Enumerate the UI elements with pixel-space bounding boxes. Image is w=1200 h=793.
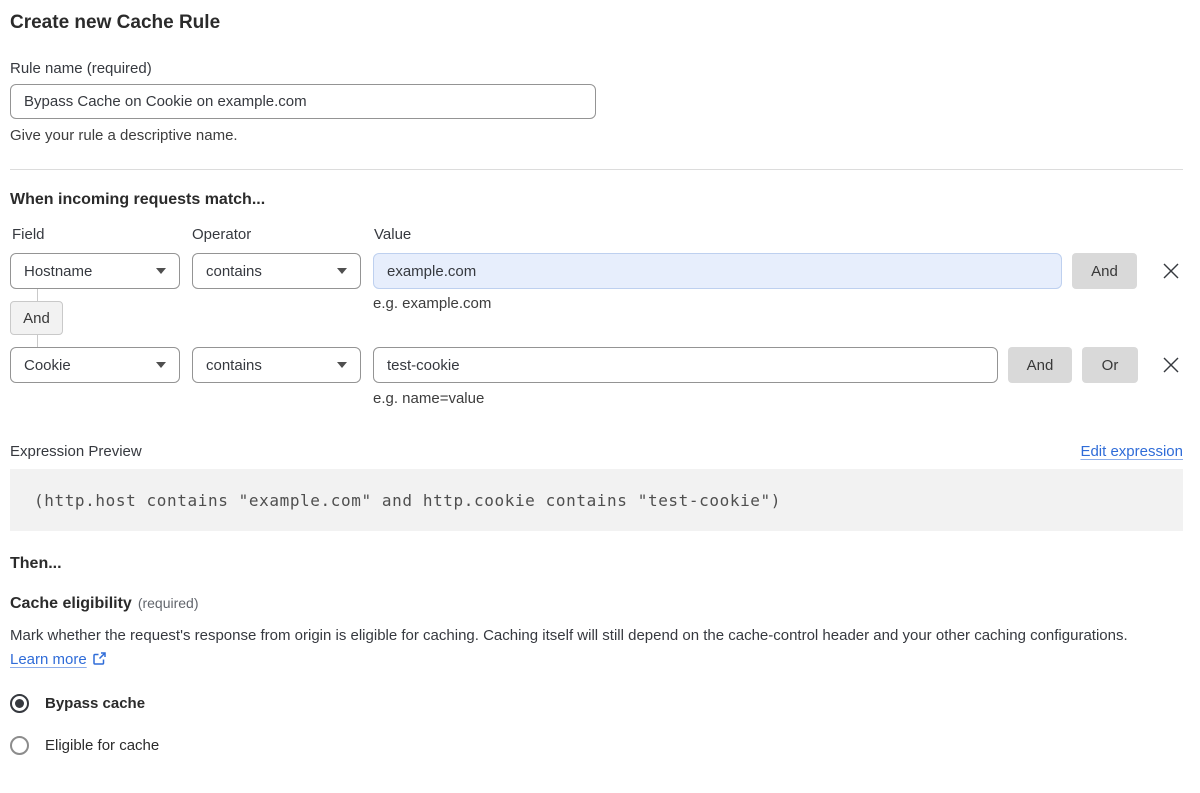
chevron-down-icon [337,362,347,368]
expression-header: Expression Preview Edit expression [10,443,1183,460]
edit-expression-link[interactable]: Edit expression [1080,443,1183,460]
radio-label-bypass-cache: Bypass cache [45,695,146,712]
value-hint-2: e.g. name=value [373,390,485,407]
field-select-1-value: Hostname [24,262,93,280]
connector-line-top [37,289,38,301]
rule-name-helper: Give your rule a descriptive name. [10,127,238,144]
operator-column-label: Operator [192,226,252,243]
connector-and-button[interactable]: And [10,301,63,335]
connector-zone: e.g. example.com And [10,289,1183,347]
cache-eligibility-title: Cache eligibility [10,595,132,612]
close-icon [1163,357,1179,373]
rule-name-label: Rule name (required) [10,60,152,77]
value-input-2[interactable] [373,347,998,383]
then-heading: Then... [10,555,62,572]
operator-select-1-value: contains [206,262,262,280]
radio-button-icon[interactable] [10,736,29,755]
description-text: Mark whether the request's response from… [10,627,1128,644]
value-column-label: Value [374,226,412,243]
cache-eligibility-heading: Cache eligibility (required) [10,595,1183,613]
cache-eligibility-description: Mark whether the request's response from… [10,624,1170,674]
expression-preview-block: (http.host contains "example.com" and ht… [10,469,1183,531]
chevron-down-icon [156,362,166,368]
and-button-row-2[interactable]: And [1008,347,1072,383]
match-heading: When incoming requests match... [10,191,266,208]
connector-line-bottom [37,335,38,347]
rule-name-group: Rule name (required) Give your rule a de… [10,60,1183,144]
remove-condition-button-1[interactable] [1159,259,1183,283]
radio-option-bypass-cache[interactable]: Bypass cache [10,694,1183,713]
remove-condition-button-2[interactable] [1159,353,1183,377]
expression-preview-label: Expression Preview [10,443,142,460]
and-button-row-1[interactable]: And [1072,253,1137,289]
or-button-row-2[interactable]: Or [1082,347,1138,383]
learn-more-link[interactable]: Learn more [10,651,87,668]
radio-button-icon[interactable] [10,694,29,713]
condition-row-2: Cookie contains And Or [10,347,1183,383]
field-select-2-value: Cookie [24,356,71,374]
field-column-label: Field [12,226,45,243]
rule-name-input[interactable] [10,84,596,119]
value-input-1[interactable] [373,253,1062,289]
chevron-down-icon [156,268,166,274]
section-divider [10,169,1183,170]
required-note: (required) [137,595,199,611]
close-icon [1163,263,1179,279]
operator-select-1[interactable]: contains [192,253,361,289]
radio-label-eligible-for-cache: Eligible for cache [45,737,160,754]
page-title: Create new Cache Rule [10,12,221,33]
field-select-1[interactable]: Hostname [10,253,180,289]
operator-select-2-value: contains [206,356,262,374]
external-link-icon [92,650,107,674]
radio-option-eligible-for-cache[interactable]: Eligible for cache [10,736,1183,755]
value-hint-1: e.g. example.com [373,295,492,312]
operator-select-2[interactable]: contains [192,347,361,383]
create-cache-rule-page: Create new Cache Rule Rule name (require… [0,0,1200,793]
expression-code: (http.host contains "example.com" and ht… [34,490,781,510]
condition-column-labels: Field Operator Value [10,226,1183,243]
chevron-down-icon [337,268,347,274]
field-select-2[interactable]: Cookie [10,347,180,383]
condition-row-1: Hostname contains And [10,253,1183,289]
